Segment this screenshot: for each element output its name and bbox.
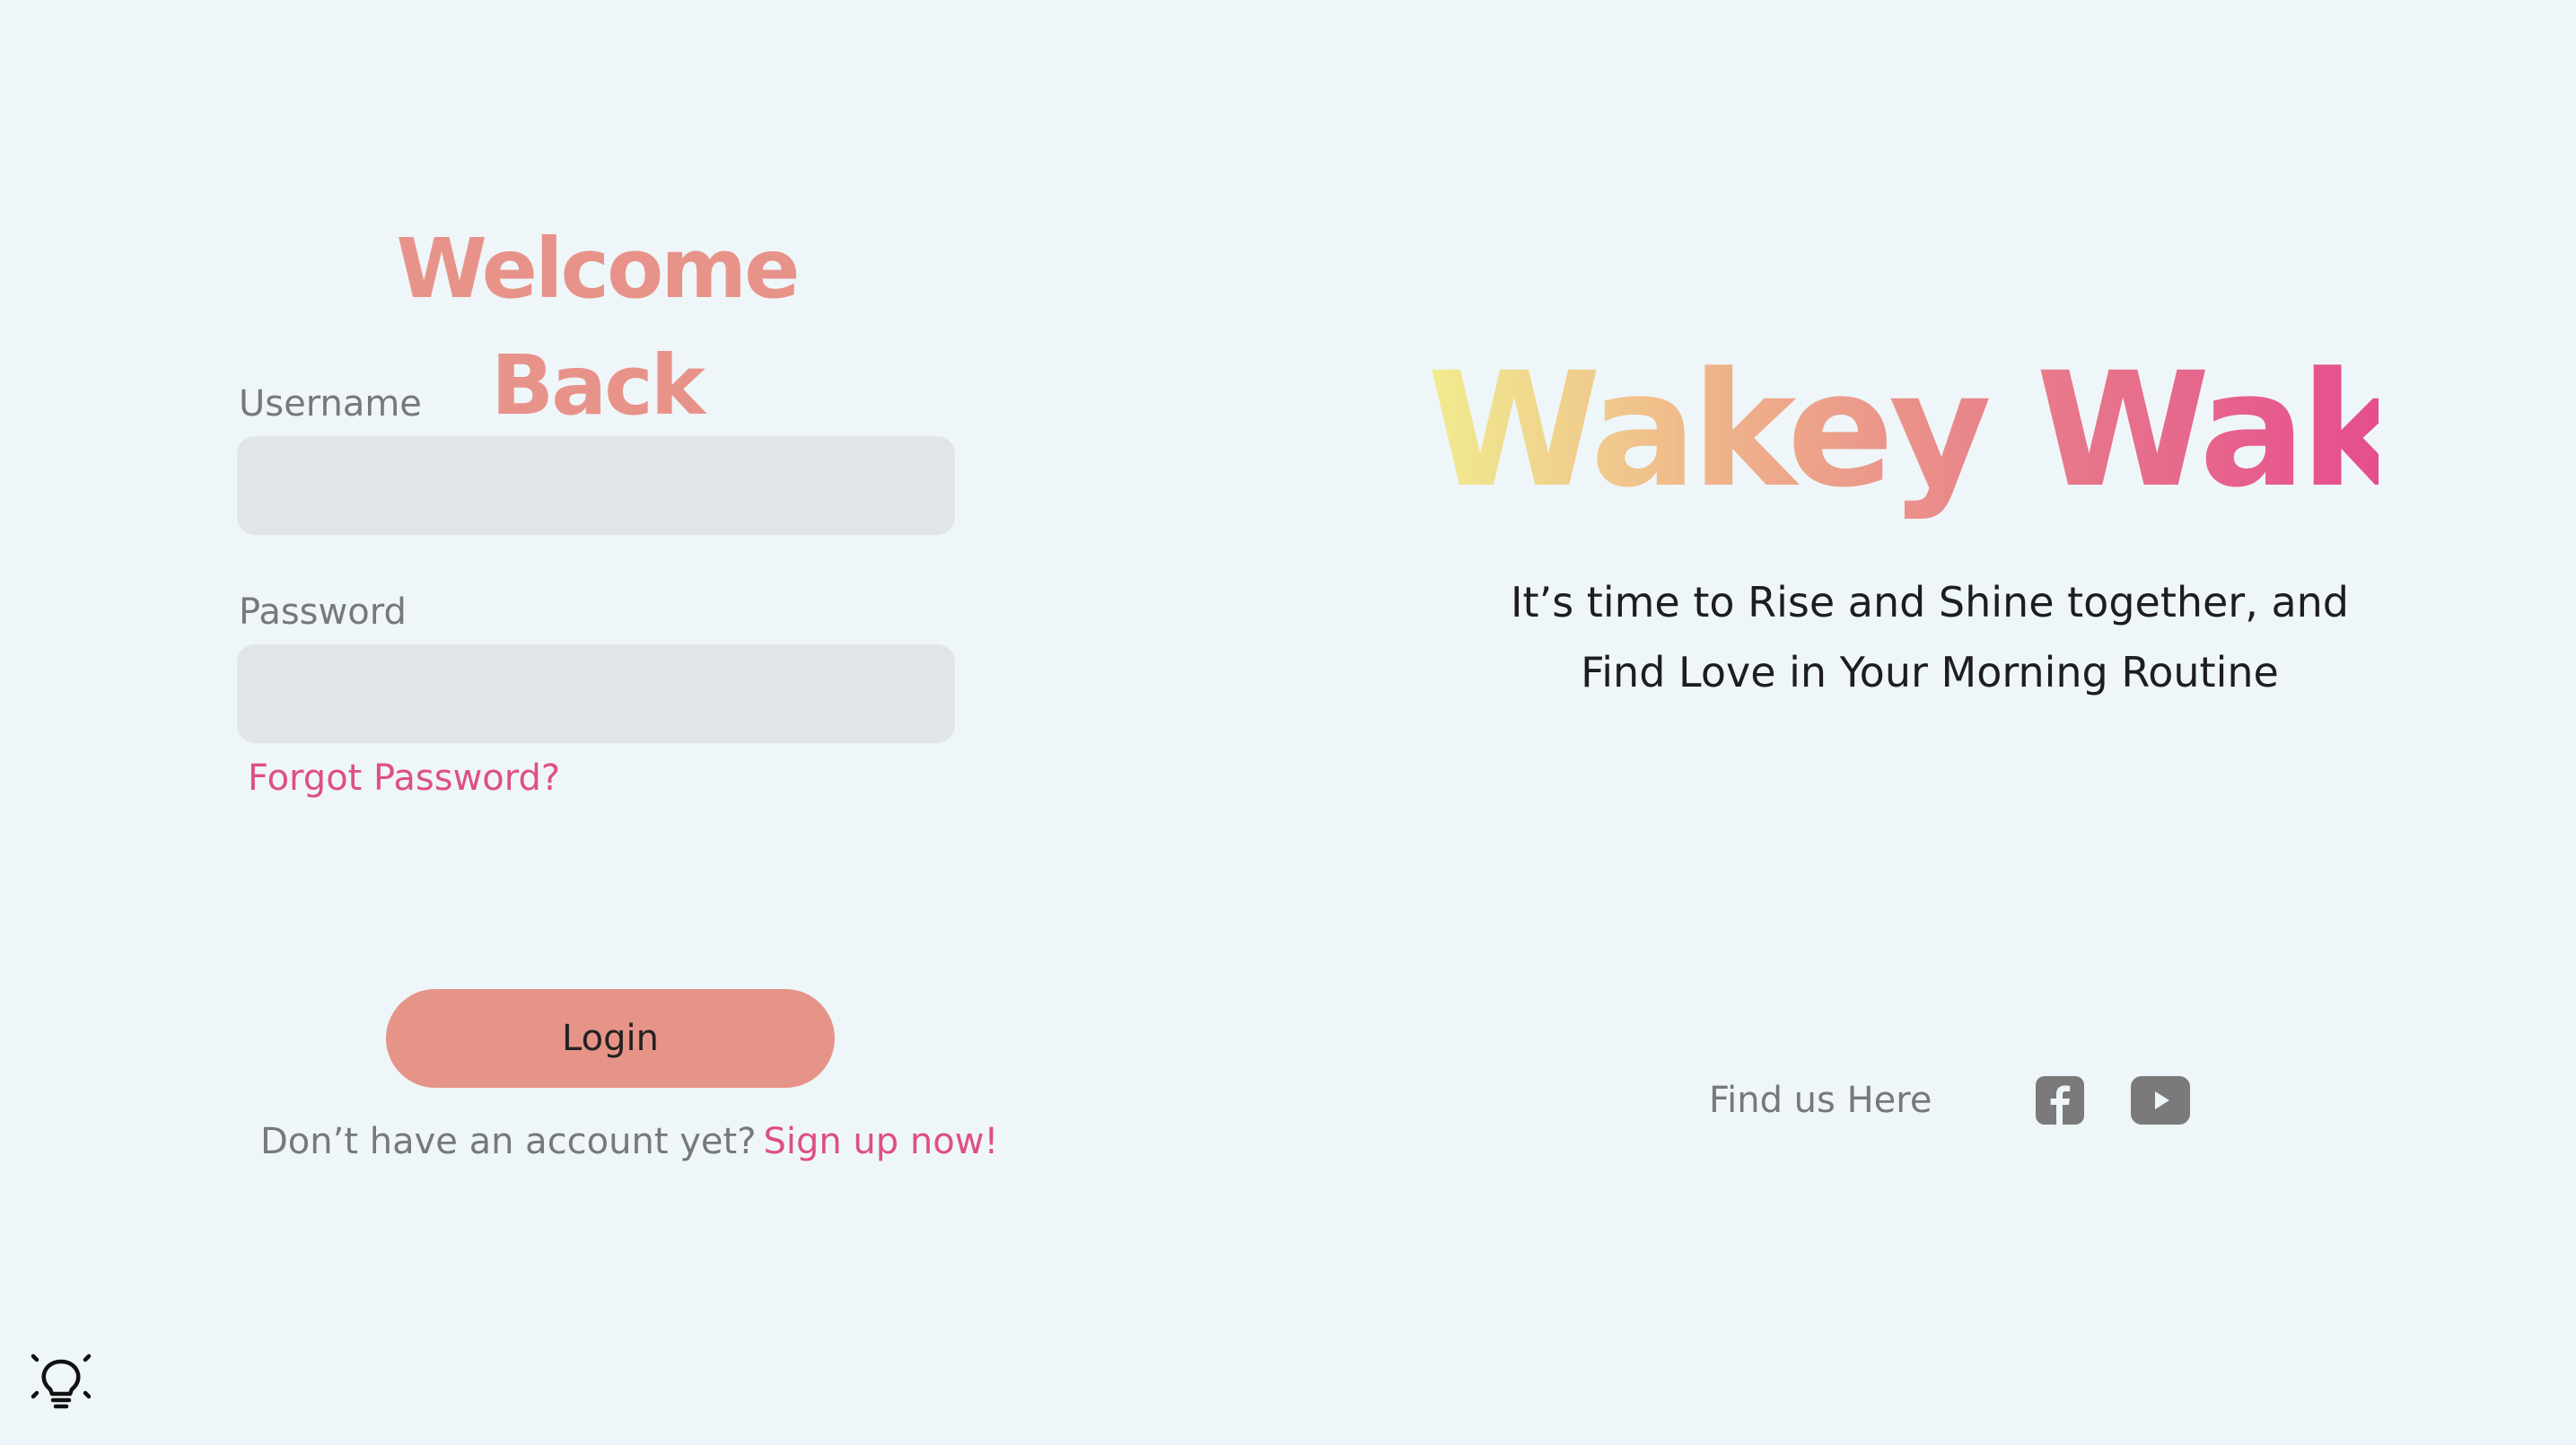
tagline-line-2: Find Love in Your Morning Routine: [1581, 648, 2279, 696]
login-button[interactable]: Login: [386, 989, 835, 1088]
password-label: Password: [239, 591, 407, 633]
youtube-icon[interactable]: [2131, 1076, 2190, 1125]
find-us-label: Find us Here: [1709, 1080, 1932, 1121]
lightbulb-icon[interactable]: [29, 1352, 93, 1416]
forgot-password-link[interactable]: Forgot Password?: [248, 756, 560, 801]
tagline: It’s time to Rise and Shine together, an…: [1454, 567, 2405, 707]
login-page: Welcome Back Username Password Forgot Pa…: [0, 0, 2576, 1445]
signup-prompt: Don’t have an account yet?: [260, 1121, 757, 1162]
facebook-icon[interactable]: [2036, 1076, 2084, 1125]
username-label: Username: [239, 383, 422, 425]
brand-logo-title: Wakey Wakey: [1427, 338, 2576, 522]
username-input[interactable]: [237, 436, 955, 535]
signup-link[interactable]: Sign up now!: [763, 1121, 998, 1162]
signup-row: Don’t have an account yet? Sign up now!: [260, 1119, 998, 1164]
tagline-line-1: It’s time to Rise and Shine together, an…: [1510, 578, 2350, 626]
password-input[interactable]: [237, 644, 955, 743]
